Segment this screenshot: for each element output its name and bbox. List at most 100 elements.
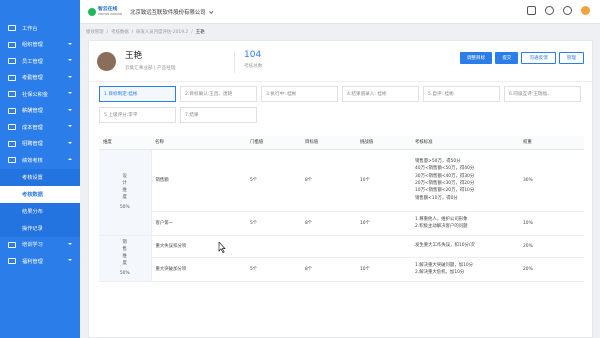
feedback-button[interactable]: 沟通反馈	[521, 52, 556, 64]
cell-name: 客户第一	[151, 211, 246, 236]
workflow-steps: 1.目标制定:桂彬 2.目标确认:王昌、唐艳 3.执行中: 桂彬 4.结果值录入: 桂…	[99, 86, 584, 123]
target-icon	[8, 157, 16, 164]
topbar: 智云在线 ZHIYUN ZAIXIAN 北京致远互联软件股份有限公司	[80, 0, 600, 24]
dimension-label: 设计维度 50%	[119, 174, 130, 210]
sidebar-item-label: 绩效考核	[22, 157, 43, 164]
cell-challenge: 10个	[356, 149, 411, 212]
sidebar-subitem[interactable]: 考核数据	[0, 185, 80, 203]
org-icon	[8, 41, 16, 48]
book-icon	[8, 241, 16, 248]
sidebar: 工作台组织管理员工管理考勤管理社保公积金薪酬管理成本管理招聘管理绩效考核考核设置…	[0, 0, 80, 338]
person-dept: 云集汇事业部 | 产品经理	[125, 66, 176, 71]
standard-line: 10万<销售额<20万，得10分	[415, 188, 475, 194]
breadcrumb-item[interactable]: 考核数据	[111, 29, 129, 35]
sidebar-item[interactable]: 社保公积金	[0, 86, 80, 103]
sidebar-item[interactable]: 培训学习	[0, 237, 80, 254]
chevron-down-icon	[68, 242, 72, 245]
user-icon	[8, 58, 16, 65]
workflow-step[interactable]: 1.目标制定:桂彬	[99, 86, 176, 102]
standard-line: 2.积极主动解决客户的问题	[415, 224, 468, 229]
sidebar-subitem[interactable]: 结果分布	[0, 202, 80, 220]
wallet-icon	[8, 107, 16, 114]
dimension-cell: 设计维度 50%	[99, 149, 152, 236]
sidebar-item-label: 招聘管理	[22, 141, 43, 148]
cell-target: 8个	[301, 211, 356, 236]
score-label: 考核总数	[244, 64, 263, 69]
breadcrumb-item[interactable]: 研发人员月度评估-2019.2	[136, 29, 188, 35]
chevron-down-icon	[68, 75, 72, 78]
cell-threshold: 5个	[246, 149, 301, 212]
sidebar-item[interactable]: 成本管理	[0, 119, 80, 136]
cell-challenge	[356, 235, 411, 258]
breadcrumb-item[interactable]: 绩效管理	[86, 29, 104, 35]
logo-subtext: ZHIYUN ZAIXIAN	[98, 12, 123, 16]
workflow-step[interactable]: 7.结果	[180, 107, 257, 123]
table-row: 重大突破加分项 5个 8个 10个 1.解决重大突破问题，加10分 2.解决重大危…	[99, 257, 584, 282]
table-row: 设计维度 50% 销售额 5个 8个 10个 销售量>50万，得50分 40万<销售…	[99, 149, 584, 236]
score-block: 104 考核总数	[244, 50, 262, 69]
cell-standard: 1.解决重大突破问题，加10分 2.解决重大危机，加10分	[411, 257, 519, 282]
gift-icon	[8, 258, 16, 265]
cell-weight: 20%	[519, 257, 584, 282]
cell-target: 8个	[301, 149, 356, 212]
col-weight: 权重	[519, 136, 584, 150]
chevron-down-icon	[68, 125, 72, 127]
workflow-step[interactable]: 4.结果值录入: 桂彬	[342, 86, 419, 102]
standard-line: 发生重大工作失误，扣10分/次	[415, 243, 475, 249]
sidebar-item[interactable]: 员工管理	[0, 53, 80, 70]
chevron-down-icon	[68, 108, 72, 111]
col-name: 名称	[151, 136, 246, 150]
sidebar-item[interactable]: 组织管理	[0, 37, 80, 54]
person-avatar	[97, 52, 116, 71]
divider	[234, 51, 235, 73]
workflow-step[interactable]: 5.自评: 桂彬	[423, 86, 500, 102]
sidebar-item-label: 成本管理	[22, 124, 43, 131]
workflow-step[interactable]: 2.目标确认:王昌、唐艳	[180, 86, 257, 102]
col-challenge: 挑战值	[356, 136, 411, 150]
sidebar-item[interactable]: 绩效考核	[0, 152, 80, 169]
kpi-table: 维度 名称 门槛值 目标值 挑战值 考核标准 权重 设计维度 50% 销售额 5个…	[99, 136, 584, 282]
breadcrumb: 绩效管理 / 考核数据 / 研发人员月度评估-2019.2/ 王艳	[86, 29, 205, 36]
sidebar-item[interactable]: 薪酬管理	[0, 103, 80, 120]
divider	[89, 81, 592, 82]
calendar-icon[interactable]	[527, 6, 536, 15]
workflow-step[interactable]: 6.同级互评:王瑞福、	[504, 86, 581, 102]
sidebar-item-label: 社保公积金	[22, 91, 48, 98]
col-dimension: 维度	[99, 136, 151, 150]
cell-challenge: 10个	[356, 257, 411, 282]
sidebar-subitem[interactable]: 考核设置	[0, 168, 80, 186]
cell-challenge: 10个	[356, 211, 411, 236]
person-info: 王艳 云集汇事业部 | 产品经理	[97, 49, 175, 71]
mouse-cursor-icon	[218, 242, 226, 253]
workflow-step[interactable]: 5.上级评分:李平	[99, 107, 176, 123]
cell-weight: 10%	[519, 211, 584, 236]
sidebar-subitem[interactable]: 操作记录	[0, 219, 80, 237]
chevron-down-icon	[68, 59, 72, 61]
sidebar-item[interactable]: 考勤管理	[0, 70, 80, 87]
cell-name: 销售额	[151, 149, 246, 212]
sidebar-item-label: 员工管理	[22, 58, 43, 65]
sidebar-item[interactable]: 福利管理	[0, 253, 80, 270]
standard-line: 2.解决重大危机，加10分	[415, 270, 465, 275]
company-selector[interactable]: 北京致远互联软件股份有限公司	[130, 8, 213, 16]
cell-standard: 销售量>50万，得50分 40万<销售额<50万，得40分 30万<销售额<40万，…	[411, 149, 519, 212]
logo-icon	[88, 7, 96, 16]
logo-text: 智云在线	[98, 6, 118, 12]
shield-icon	[8, 91, 16, 98]
sidebar-item-label: 组织管理	[22, 42, 43, 49]
sidebar-item[interactable]: 工作台	[0, 20, 80, 37]
clock-icon	[8, 74, 16, 81]
adjust-target-button[interactable]: 调整目标	[459, 52, 493, 64]
workflow-step[interactable]: 3.执行中: 桂彬	[261, 86, 338, 102]
standard-line: 1.解决重大突破问题，加10分	[415, 262, 474, 268]
bell-icon[interactable]	[563, 6, 572, 15]
table-row: 客户第一 5个 8个 10个 1.尊重他人，维护公司形象 2.积极主动解决客户的问…	[99, 211, 584, 236]
manage-button[interactable]: 管理	[558, 52, 584, 64]
avatar[interactable]	[581, 6, 590, 15]
company-name: 北京致远互联软件股份有限公司	[130, 9, 206, 16]
submit-button[interactable]: 提交	[495, 52, 519, 64]
help-icon[interactable]	[545, 6, 554, 15]
dimension-cell: 销售维度 50%	[99, 235, 152, 282]
sidebar-item[interactable]: 招聘管理	[0, 136, 80, 153]
